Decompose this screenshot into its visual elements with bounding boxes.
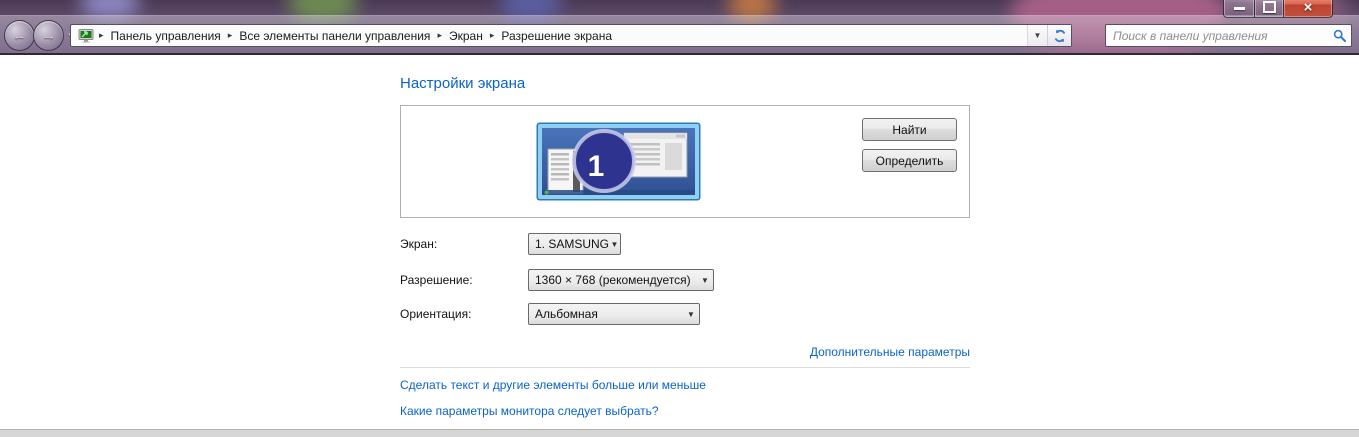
breadcrumb-separator-icon: ▸ bbox=[487, 30, 498, 41]
make-text-larger-link[interactable]: Сделать текст и другие элементы больше и… bbox=[400, 378, 706, 392]
forward-button[interactable]: → bbox=[33, 20, 64, 51]
minimize-button[interactable] bbox=[1223, 0, 1254, 18]
orientation-label: Ориентация: bbox=[400, 307, 471, 321]
nav-buttons: ← → ▼ bbox=[4, 20, 75, 51]
maximize-button[interactable] bbox=[1254, 0, 1284, 18]
breadcrumb-separator-icon: ▸ bbox=[225, 30, 236, 41]
refresh-button[interactable] bbox=[1047, 25, 1071, 46]
minimize-icon bbox=[1234, 7, 1245, 10]
chevron-down-icon: ▼ bbox=[683, 310, 699, 319]
window-caption-buttons: × bbox=[1223, 0, 1333, 17]
breadcrumb-separator-icon: ▸ bbox=[434, 30, 445, 41]
back-arrow-icon: ← bbox=[12, 28, 27, 43]
screen-dropdown[interactable]: 1. SAMSUNG ▼ bbox=[528, 233, 621, 255]
chevron-down-icon: ▼ bbox=[609, 240, 620, 249]
search-box bbox=[1105, 24, 1352, 47]
breadcrumb-item-screen-resolution[interactable]: Разрешение экрана bbox=[497, 29, 616, 43]
search-icon bbox=[1333, 29, 1346, 42]
resolution-dropdown[interactable]: 1360 × 768 (рекомендуется) ▼ bbox=[528, 269, 714, 291]
which-display-settings-link[interactable]: Какие параметры монитора следует выбрать… bbox=[400, 404, 659, 418]
maximize-icon bbox=[1263, 1, 1276, 13]
detect-button[interactable]: Найти bbox=[862, 118, 957, 141]
search-button[interactable] bbox=[1327, 29, 1351, 42]
identify-button[interactable]: Определить bbox=[862, 149, 957, 172]
orientation-dropdown-value: Альбомная bbox=[529, 307, 683, 321]
address-dropdown-button[interactable]: ▼ bbox=[1027, 25, 1047, 46]
content-area: Настройки экрана bbox=[0, 55, 1359, 429]
search-input[interactable] bbox=[1106, 29, 1327, 43]
back-button[interactable]: ← bbox=[4, 20, 35, 51]
display-icon bbox=[78, 29, 94, 43]
taskbar-edge bbox=[0, 429, 1359, 437]
breadcrumb-item-display[interactable]: Экран bbox=[445, 29, 487, 43]
chevron-down-icon: ▼ bbox=[1034, 31, 1042, 40]
close-button[interactable]: × bbox=[1284, 0, 1333, 18]
section-divider bbox=[400, 367, 970, 368]
advanced-settings-link[interactable]: Дополнительные параметры bbox=[810, 345, 970, 359]
refresh-icon bbox=[1053, 29, 1067, 43]
monitor-preview-panel: 1 Найти Определить bbox=[400, 105, 970, 218]
resolution-label: Разрешение: bbox=[400, 273, 473, 287]
forward-arrow-icon: → bbox=[41, 28, 56, 43]
address-bar[interactable]: ▸ Панель управления ▸ Все элементы панел… bbox=[70, 24, 1072, 47]
close-icon: × bbox=[1304, 0, 1313, 15]
monitor-preview-graphic[interactable] bbox=[536, 122, 701, 201]
chevron-down-icon: ▼ bbox=[697, 276, 713, 285]
breadcrumb-item-control-panel[interactable]: Панель управления bbox=[107, 29, 225, 43]
screen-label: Экран: bbox=[400, 237, 437, 251]
screen-dropdown-value: 1. SAMSUNG bbox=[529, 237, 609, 251]
breadcrumb-item-all-items[interactable]: Все элементы панели управления bbox=[235, 29, 434, 43]
orientation-dropdown[interactable]: Альбомная ▼ bbox=[528, 303, 700, 325]
resolution-dropdown-value: 1360 × 768 (рекомендуется) bbox=[529, 273, 697, 287]
monitor-number: 1 bbox=[576, 142, 616, 192]
breadcrumb-separator-icon: ▸ bbox=[96, 30, 107, 41]
page-title: Настройки экрана bbox=[400, 75, 525, 92]
breadcrumb: ▸ Панель управления ▸ Все элементы панел… bbox=[71, 25, 1027, 46]
